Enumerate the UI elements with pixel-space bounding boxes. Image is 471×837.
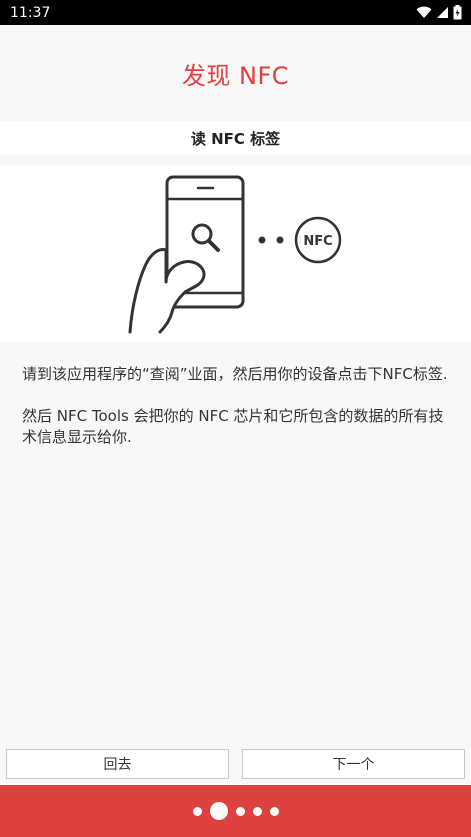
- pager-dot-5[interactable]: [269, 806, 279, 816]
- phone-hand-illustration: NFC: [128, 175, 342, 334]
- back-button[interactable]: 回去: [6, 749, 229, 779]
- instruction-paragraph-1: 请到该应用程序的“查阅”业面，然后用你的设备点击下NFC标签.: [22, 365, 448, 383]
- header: 发现 NFC: [0, 25, 471, 121]
- instruction-paragraph-2: 然后 NFC Tools 会把你的 NFC 芯片和它所包含的数据的所有技术信息显…: [22, 407, 444, 446]
- battery-icon: [453, 5, 462, 20]
- signal-icon: [437, 7, 448, 18]
- page-title: 发现 NFC: [181, 61, 290, 90]
- pager-dot-2[interactable]: [209, 802, 228, 820]
- wifi-icon: [416, 6, 432, 18]
- next-button[interactable]: 下一个: [242, 749, 465, 779]
- status-icons: [416, 5, 462, 20]
- nfc-illustration: NFC: [0, 166, 471, 342]
- pager-bar: [0, 785, 471, 837]
- status-time: 11:37: [10, 4, 51, 21]
- next-button-label: 下一个: [332, 757, 375, 773]
- status-bar: 11:37: [0, 0, 471, 25]
- nfc-badge-icon: NFC: [294, 216, 342, 264]
- pager-dot-3[interactable]: [235, 806, 245, 816]
- section-subtitle-bar: 读 NFC 标签: [0, 121, 471, 155]
- pager-dot-4[interactable]: [252, 806, 262, 816]
- back-button-label: 回去: [103, 757, 132, 773]
- pager-dot-1[interactable]: [192, 806, 202, 816]
- nfc-badge-text: NFC: [303, 234, 332, 249]
- section-subtitle: 读 NFC 标签: [190, 129, 281, 148]
- instructions: 请到该应用程序的“查阅”业面，然后用你的设备点击下NFC标签. 然后 NFC T…: [22, 364, 452, 469]
